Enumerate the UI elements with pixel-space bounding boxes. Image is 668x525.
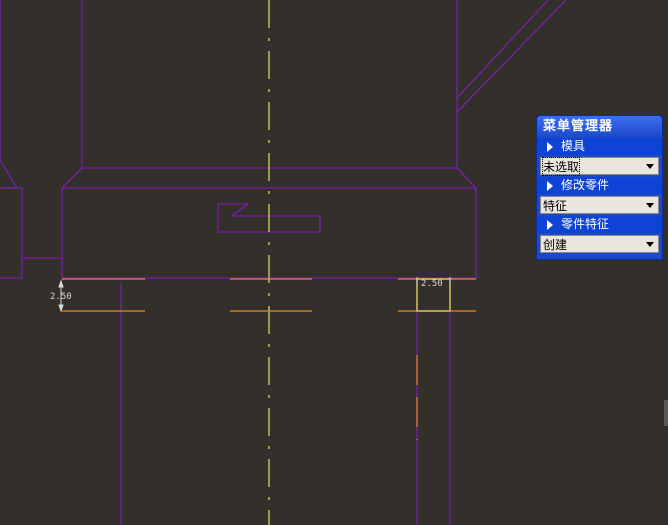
menu-section-label: 零件特征 — [561, 217, 610, 231]
dropdown-value: 未选取 — [541, 156, 581, 176]
menu-manager: 菜单管理器 模具 未选取 修改零件 特征 零件特征 创建 — [536, 115, 663, 260]
menu-section-label: 修改零件 — [561, 178, 610, 192]
modify-part-dropdown[interactable]: 特征 — [540, 196, 659, 214]
expand-triangle-icon — [547, 141, 553, 152]
dropdown-arrow-icon[interactable] — [646, 202, 654, 208]
menu-section-mold[interactable]: 模具 — [537, 138, 662, 155]
right-dimension-value[interactable]: 2.50 — [421, 279, 443, 289]
left-dimension-value[interactable]: 2.50 — [50, 292, 72, 302]
dropdown-arrow-icon[interactable] — [646, 163, 654, 169]
menu-manager-title[interactable]: 菜单管理器 — [537, 116, 662, 138]
menu-section-label: 模具 — [561, 139, 586, 153]
part-feature-dropdown[interactable]: 创建 — [540, 235, 659, 253]
dropdown-value: 创建 — [543, 237, 568, 252]
scroll-marker[interactable] — [664, 400, 668, 426]
expand-triangle-icon — [547, 219, 553, 230]
dropdown-value: 特征 — [543, 198, 568, 213]
menu-section-part-feature[interactable]: 零件特征 — [537, 216, 662, 233]
menu-section-modify-part[interactable]: 修改零件 — [537, 177, 662, 194]
part-outline — [0, 0, 567, 525]
dropdown-arrow-icon[interactable] — [646, 241, 654, 247]
expand-triangle-icon — [547, 180, 553, 191]
cad-viewport[interactable]: 2.50 2.50 — [0, 0, 668, 525]
mold-dropdown[interactable]: 未选取 — [540, 156, 659, 176]
